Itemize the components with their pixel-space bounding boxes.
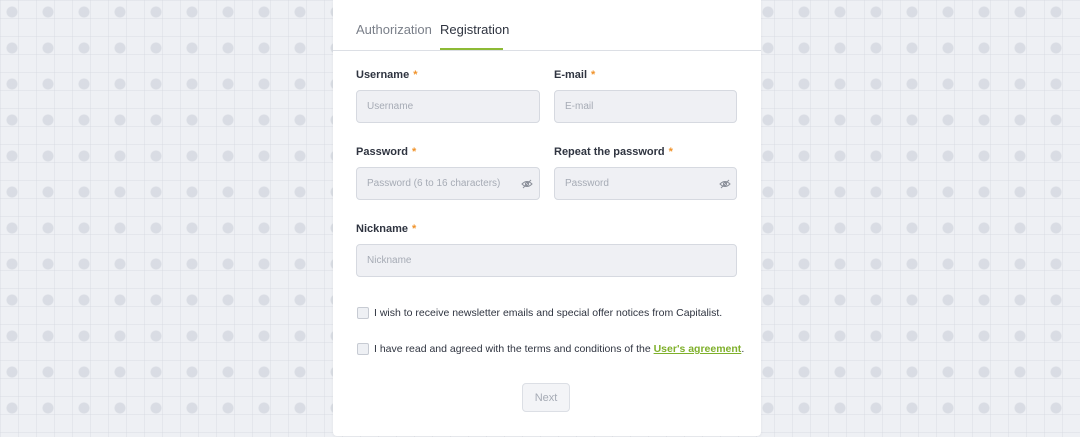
password-label: Password *: [356, 146, 416, 158]
nickname-input[interactable]: [356, 244, 737, 277]
email-label-text: E-mail: [554, 69, 588, 81]
newsletter-checkbox-label: I wish to receive newsletter emails and …: [374, 307, 723, 319]
auth-tabs: Authorization Registration: [333, 0, 761, 51]
eye-slash-icon[interactable]: [719, 179, 731, 189]
tab-authorization[interactable]: Authorization: [356, 22, 432, 37]
active-tab-indicator: [440, 48, 503, 50]
terms-suffix: .: [741, 343, 745, 355]
terms-checkbox[interactable]: [357, 343, 369, 355]
nickname-label-text: Nickname: [356, 223, 408, 235]
required-marker: *: [591, 69, 596, 81]
required-marker: *: [411, 223, 417, 235]
repeat-password-label: Repeat the password *: [554, 146, 673, 158]
repeat-password-input[interactable]: [554, 167, 737, 200]
repeat-password-label-text: Repeat the password: [554, 146, 665, 158]
password-label-text: Password: [356, 146, 408, 158]
nickname-label: Nickname *: [356, 223, 416, 235]
tab-registration[interactable]: Registration: [440, 22, 509, 37]
required-marker: *: [413, 69, 418, 81]
email-input[interactable]: [554, 90, 737, 123]
terms-prefix: I have read and agreed with the terms an…: [374, 343, 654, 355]
registration-card: Authorization Registration Username* E-m…: [333, 0, 761, 436]
terms-checkbox-label: I have read and agreed with the terms an…: [374, 343, 744, 355]
username-label-text: Username: [356, 69, 410, 81]
password-input[interactable]: [356, 167, 540, 200]
eye-slash-icon[interactable]: [521, 179, 533, 189]
newsletter-checkbox[interactable]: [357, 307, 369, 319]
next-button[interactable]: Next: [522, 383, 570, 412]
username-label: Username *: [356, 69, 417, 81]
users-agreement-link[interactable]: User's agreement: [654, 343, 742, 355]
email-label: E-mail *: [554, 69, 595, 81]
username-input[interactable]: [356, 90, 540, 123]
required-marker: *: [411, 146, 417, 158]
required-marker: *: [668, 146, 673, 158]
